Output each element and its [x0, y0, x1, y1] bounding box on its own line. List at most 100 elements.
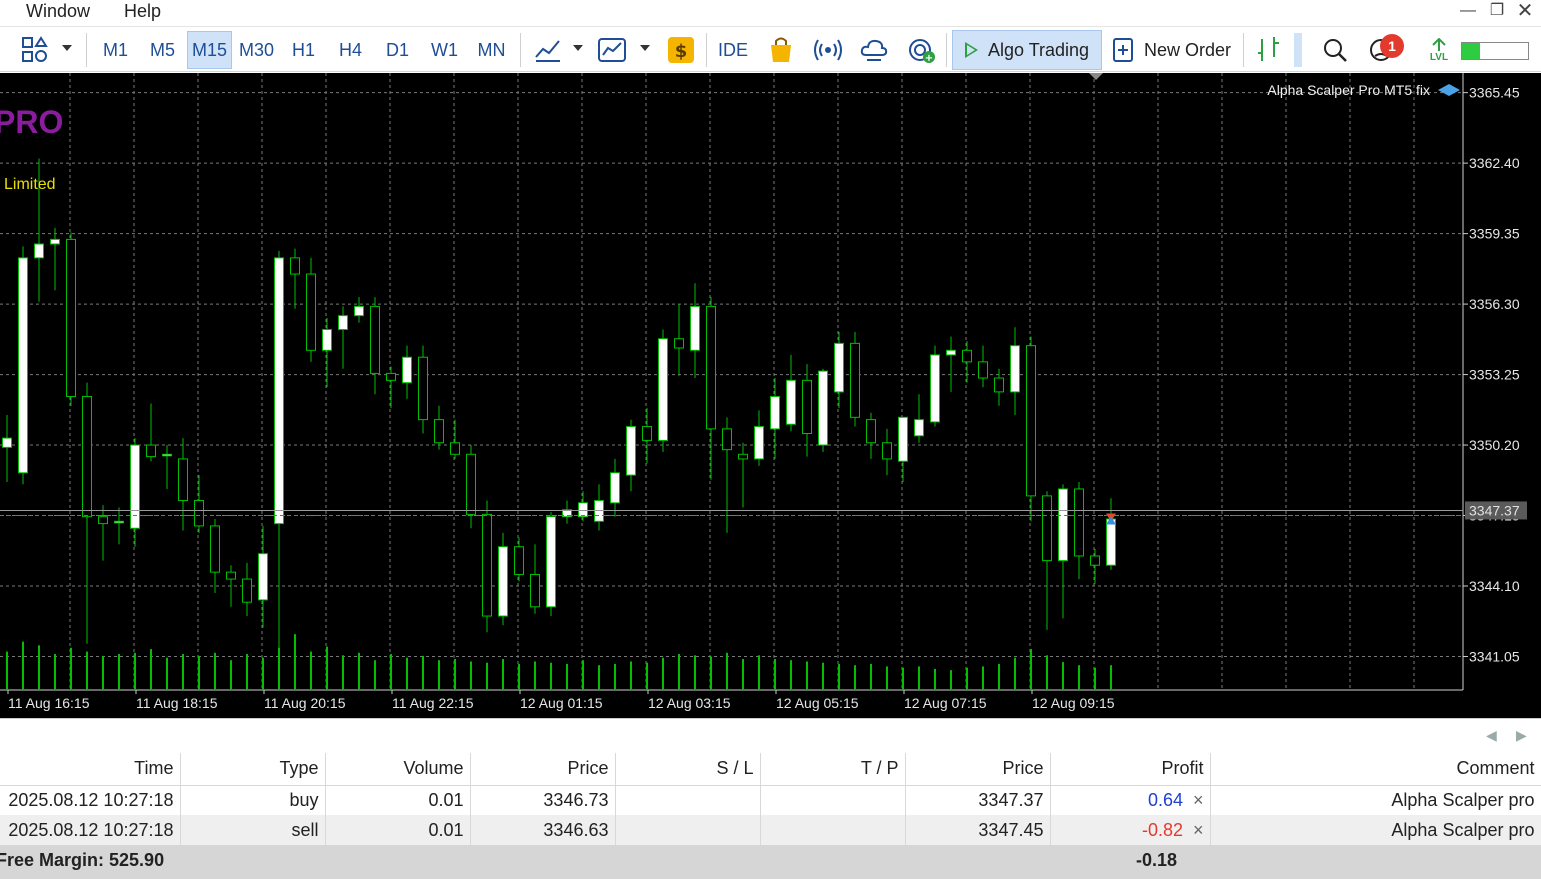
chart-template-icon[interactable]: [597, 35, 627, 65]
scroll-left-icon[interactable]: ◀: [1486, 727, 1497, 744]
x-tick-label: 11 Aug 20:15: [264, 695, 346, 711]
candle-bullish: [770, 396, 780, 430]
table-row[interactable]: 2025.08.12 10:27:18 buy 0.01 3346.73 3347.37…: [0, 785, 1541, 815]
candle-bearish: [642, 426, 652, 441]
x-tick-label: 12 Aug 03:15: [648, 695, 731, 711]
account-summary-bar: Free Margin: 525.90 -0.18: [0, 845, 1541, 879]
signals-icon[interactable]: [813, 35, 843, 65]
candle-bearish: [674, 338, 684, 349]
svg-text:+: +: [925, 53, 933, 64]
cell-sl: [615, 815, 761, 845]
column-header-7[interactable]: Profit: [1050, 753, 1211, 786]
candle-bullish: [338, 315, 348, 331]
minimize-icon[interactable]: —: [1456, 0, 1480, 22]
timeframe-h4[interactable]: H4: [328, 31, 373, 69]
restore-icon[interactable]: ❐: [1485, 0, 1509, 22]
candle-bearish: [466, 453, 476, 515]
candle-bearish: [1090, 555, 1100, 566]
cell-type: buy: [180, 785, 326, 815]
chart-shift-marker-icon: [1089, 73, 1103, 80]
candle-bearish: [178, 458, 188, 502]
timeframe-m5[interactable]: M5: [140, 31, 185, 69]
candle-bullish: [402, 356, 412, 384]
candle-bullish: [322, 329, 332, 351]
cell-profit: 0.64 ×: [1050, 785, 1211, 815]
chevron-down-icon[interactable]: [640, 45, 650, 51]
y-tick-label: 3344.10: [1469, 578, 1520, 594]
table-row[interactable]: 2025.08.12 10:27:18 sell 0.01 3346.63 3347.4…: [0, 815, 1541, 845]
objects-icon[interactable]: [20, 35, 50, 65]
candle-bearish: [978, 361, 988, 379]
x-tick-label: 11 Aug 16:15: [8, 695, 90, 711]
timeframe-mn[interactable]: MN: [469, 31, 514, 69]
candle-bullish: [162, 453, 172, 457]
column-header-8[interactable]: Comment: [1210, 753, 1541, 786]
signal-level-icon[interactable]: LVL: [1424, 35, 1454, 65]
candle-bearish: [1026, 345, 1036, 497]
menu-window[interactable]: Window: [26, 0, 90, 22]
cell-price: 3346.73: [470, 785, 616, 815]
column-header-3[interactable]: Price: [470, 753, 616, 786]
candle-bearish: [802, 379, 812, 434]
current-price-label: 3347.37: [1469, 502, 1520, 518]
candle-bullish: [1058, 488, 1068, 562]
menu-bar: Window Help — ❐ ✕: [0, 0, 1541, 24]
market-bag-icon[interactable]: [766, 35, 796, 65]
toolbar-divider: [706, 33, 707, 67]
expert-advisor-label: Alpha Scalper Pro MT5 fix: [1267, 82, 1430, 98]
positions-table: Time Type Volume Price S / LT / P Price Profit…: [0, 753, 1541, 845]
y-tick-label: 3341.05: [1469, 648, 1520, 664]
price-chart[interactable]: 3365.45 3362.40 3359.35 3356.30 3353.25 3350.…: [0, 73, 1541, 718]
depth-of-market-icon[interactable]: [1254, 35, 1284, 65]
y-tick-label: 3353.25: [1469, 367, 1520, 383]
chevron-down-icon[interactable]: [62, 45, 72, 51]
economic-calendar-icon[interactable]: +: [907, 35, 937, 65]
close-position-icon[interactable]: ×: [1193, 790, 1204, 810]
timeframe-m15[interactable]: M15: [187, 31, 232, 69]
column-header-6[interactable]: Price: [905, 753, 1051, 786]
vps-cloud-icon[interactable]: [859, 35, 889, 65]
close-icon[interactable]: ✕: [1513, 0, 1537, 22]
timeframe-w1[interactable]: W1: [422, 31, 467, 69]
candle-bullish: [274, 257, 284, 525]
column-header-0[interactable]: Time: [0, 753, 181, 786]
candle-bearish: [98, 516, 108, 525]
candle-bullish: [50, 238, 60, 245]
candle-bullish: [658, 338, 668, 441]
candle-bullish: [114, 520, 124, 524]
timeframe-m1[interactable]: M1: [93, 31, 138, 69]
candle-bearish: [850, 342, 860, 418]
column-header-4[interactable]: S / L: [615, 753, 761, 786]
algo-trading-button[interactable]: Algo Trading: [952, 30, 1102, 70]
candle-bullish: [354, 305, 364, 317]
chevron-down-icon[interactable]: [573, 45, 583, 51]
timeframe-d1[interactable]: D1: [375, 31, 420, 69]
candle-bearish: [370, 305, 380, 374]
ide-button[interactable]: IDE: [715, 31, 751, 69]
candle-bullish: [258, 553, 268, 601]
candle-bullish: [34, 243, 44, 259]
candle-bullish: [626, 426, 636, 476]
candle-bearish: [962, 349, 972, 363]
candle-bearish: [530, 573, 540, 608]
candle-bearish: [994, 377, 1004, 393]
x-tick-label: 11 Aug 22:15: [392, 695, 474, 711]
dollar-icon[interactable]: $: [666, 35, 696, 65]
candle-bullish: [610, 472, 620, 504]
indicator-line-icon[interactable]: [533, 35, 563, 65]
free-margin-text: Free Margin: 525.90: [0, 850, 165, 870]
menu-help[interactable]: Help: [124, 0, 161, 22]
cell-tp: [760, 815, 906, 845]
column-header-2[interactable]: Volume: [325, 753, 471, 786]
column-header-5[interactable]: T / P: [760, 753, 906, 786]
chart-canvas[interactable]: 3365.45 3362.40 3359.35 3356.30 3353.25 3350.…: [0, 73, 1541, 718]
timeframe-h1[interactable]: H1: [281, 31, 326, 69]
close-position-icon[interactable]: ×: [1193, 820, 1204, 840]
new-order-button[interactable]: New Order: [1112, 30, 1237, 70]
ea-title-overlay: PRO: [0, 104, 63, 140]
search-icon[interactable]: [1320, 35, 1350, 65]
column-header-1[interactable]: Type: [180, 753, 326, 786]
scroll-right-icon[interactable]: ▶: [1516, 727, 1527, 744]
timeframe-m30[interactable]: M30: [234, 31, 279, 69]
y-tick-label: 3359.35: [1469, 226, 1520, 242]
